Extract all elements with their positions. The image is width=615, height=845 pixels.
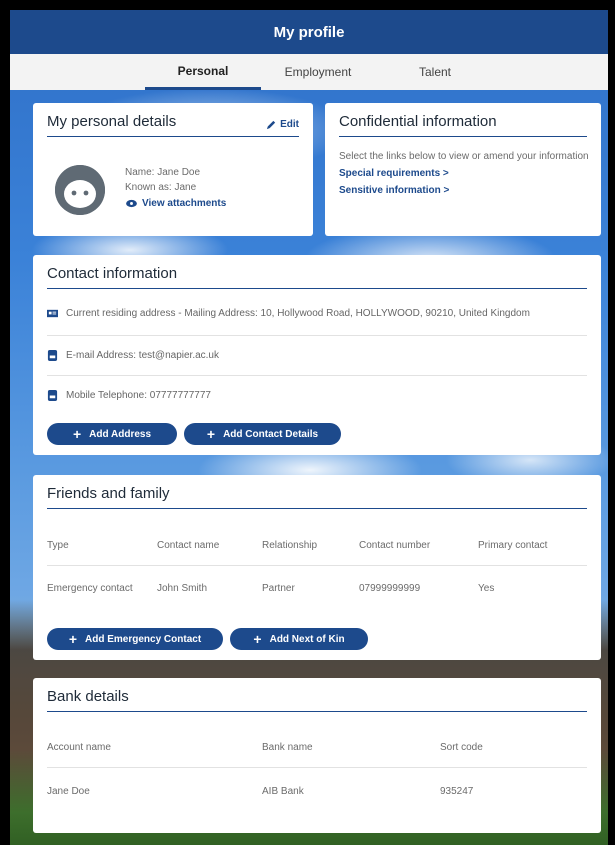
table-cell: 07999999999	[359, 583, 421, 594]
view-attachments-link[interactable]: View attachments	[125, 198, 226, 209]
avatar	[55, 165, 105, 215]
known-as-line: Known as: Jane	[125, 182, 197, 193]
table-cell: 935247	[440, 786, 474, 797]
contact-row-address: Current residing address - Mailing Addre…	[47, 295, 587, 331]
bank-title: Bank details	[47, 688, 129, 705]
table-cell: John Smith	[157, 583, 208, 594]
table-cell: Emergency contact	[47, 583, 133, 594]
table-cell: AIB Bank	[262, 786, 304, 797]
app-frame: My profile Personal Employment Talent My…	[10, 10, 608, 845]
add-emergency-contact-button[interactable]: + Add Emergency Contact	[47, 628, 223, 650]
add-emergency-contact-label: Add Emergency Contact	[85, 633, 202, 645]
plus-icon: +	[206, 426, 216, 442]
contact-title: Contact information	[47, 265, 178, 282]
contact-card: Contact information Current residing add…	[33, 255, 601, 455]
address-text: Current residing address - Mailing Addre…	[66, 307, 530, 319]
tab-personal[interactable]: Personal	[145, 54, 261, 90]
user-avatar-icon	[55, 165, 105, 215]
plus-icon: +	[253, 631, 262, 647]
header-bar: My profile	[10, 10, 608, 54]
column-header: Primary contact	[478, 540, 548, 551]
personal-details-card: My personal details Edit Name: Jane Doe …	[33, 103, 313, 236]
page-title: My profile	[273, 23, 345, 41]
contact-header: Contact information	[47, 265, 587, 289]
friends-header: Friends and family	[47, 485, 587, 509]
email-icon	[47, 349, 58, 361]
edit-button[interactable]: Edit	[266, 119, 299, 130]
personal-details-header: My personal details Edit	[47, 113, 299, 137]
column-header: Type	[47, 540, 69, 551]
personal-details-title: My personal details	[47, 113, 177, 130]
special-requirements-link[interactable]: Special requirements >	[339, 168, 587, 179]
table-cell: Yes	[478, 583, 495, 594]
add-address-button[interactable]: + Add Address	[47, 423, 177, 445]
divider	[47, 375, 587, 376]
confidential-card: Confidential information Select the link…	[325, 103, 601, 236]
address-card-icon	[47, 309, 58, 317]
plus-icon: +	[72, 426, 82, 442]
column-header: Sort code	[440, 742, 483, 753]
friends-family-card: Friends and family Type Contact name Rel…	[33, 475, 601, 660]
column-header: Relationship	[262, 540, 318, 551]
confidential-title: Confidential information	[339, 113, 497, 130]
contact-row-phone: Mobile Telephone: 07777777777	[47, 377, 587, 413]
add-next-of-kin-label: Add Next of Kin	[269, 633, 345, 645]
divider	[47, 565, 587, 566]
add-contact-details-button[interactable]: + Add Contact Details	[184, 423, 341, 445]
tab-bar: Personal Employment Talent	[10, 54, 608, 90]
phone-icon	[47, 389, 58, 401]
phone-text: Mobile Telephone: 07777777777	[66, 389, 211, 401]
column-header: Account name	[47, 742, 111, 753]
confidential-header: Confidential information	[339, 113, 587, 137]
column-header: Contact name	[157, 540, 220, 551]
divider	[47, 335, 587, 336]
name-line: Name: Jane Doe	[125, 167, 201, 178]
add-address-label: Add Address	[89, 428, 152, 440]
add-next-of-kin-button[interactable]: + Add Next of Kin	[230, 628, 368, 650]
tab-employment[interactable]: Employment	[268, 54, 368, 90]
add-contact-details-label: Add Contact Details	[223, 428, 319, 440]
paperclip-icon	[126, 199, 137, 208]
confidential-description: Select the links below to view or amend …	[339, 151, 589, 162]
table-cell: Partner	[262, 583, 295, 594]
column-header: Bank name	[262, 742, 313, 753]
bank-header: Bank details	[47, 688, 587, 712]
sensitive-information-link[interactable]: Sensitive information >	[339, 185, 587, 196]
bank-details-card: Bank details Account name Bank name Sort…	[33, 678, 601, 833]
edit-label: Edit	[280, 119, 299, 130]
email-text: E-mail Address: test@napier.ac.uk	[66, 349, 219, 361]
friends-title: Friends and family	[47, 485, 170, 502]
contact-row-email: E-mail Address: test@napier.ac.uk	[47, 337, 587, 373]
pencil-icon	[267, 120, 276, 130]
tab-talent[interactable]: Talent	[390, 54, 480, 90]
plus-icon: +	[68, 631, 78, 647]
divider	[47, 767, 587, 768]
view-attachments-label: View attachments	[142, 198, 227, 209]
column-header: Contact number	[359, 540, 431, 551]
table-cell: Jane Doe	[47, 786, 90, 797]
